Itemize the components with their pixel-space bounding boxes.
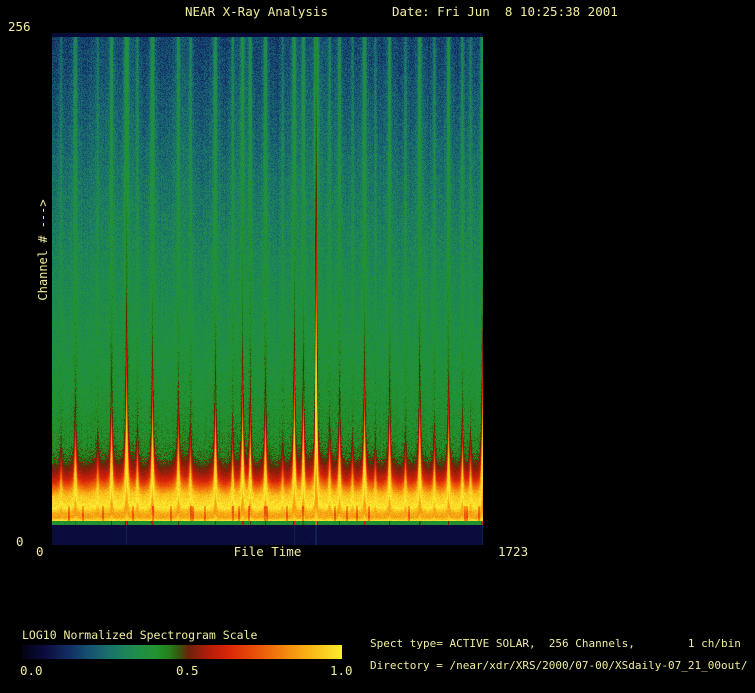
colorbar-gradient [22, 645, 342, 659]
date-label: Date: Fri Jun 8 10:25:38 2001 [392, 5, 618, 19]
y-axis-max-label: 256 [8, 20, 31, 34]
xray-analysis-window: NEAR X-Ray Analysis Date: Fri Jun 8 10:2… [0, 0, 755, 693]
spect-type-info: Spect type= ACTIVE SOLAR, 256 Channels, … [370, 638, 741, 650]
colorbar-tick-mid: 0.5 [176, 664, 199, 678]
y-axis-min-label: 0 [16, 535, 24, 549]
x-axis-min-label: 0 [36, 545, 44, 559]
colorbar-tick-min: 0.0 [20, 664, 43, 678]
colorbar-title: LOG10 Normalized Spectrogram Scale [22, 629, 257, 642]
directory-info: Directory = /near/xdr/XRS/2000/07-00/XSd… [370, 660, 748, 672]
page-title: NEAR X-Ray Analysis [185, 5, 328, 19]
y-axis-title: Channel # ---> [37, 195, 51, 305]
colorbar-tick-max: 1.0 [330, 664, 353, 678]
x-axis-max-label: 1723 [498, 545, 528, 559]
spectrogram-heatmap [52, 33, 483, 545]
x-axis-title: File Time [52, 545, 483, 559]
